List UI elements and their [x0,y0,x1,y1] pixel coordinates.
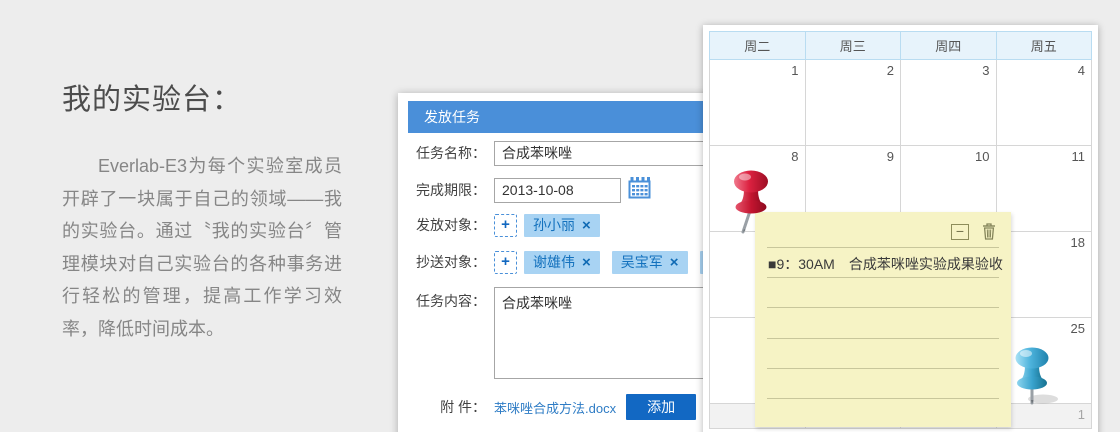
close-icon[interactable]: × [582,217,591,234]
note-rule-line [767,307,999,308]
deadline-label: 完成期限： [416,182,486,198]
calendar-day-cell[interactable]: 2 [804,59,901,146]
assignees-label: 发放对象： [416,217,486,233]
assignee-tag-label: 孙小丽 [533,217,575,233]
page-background: 我的实验台： Everlab-E3为每个实验室成员开辟了一块属于自己的领域——我… [0,0,1120,432]
page-title: 我的实验台： [62,84,243,116]
assignee-tag[interactable]: 孙小丽 × [524,213,600,237]
red-pushpin-icon [729,169,773,240]
cc-tag-label: 谢雄伟 [533,254,575,270]
task-dialog: 发放任务 任务名称： 完成期限： [398,93,762,432]
task-content-label: 任务内容： [416,293,486,309]
calendar-picker-icon[interactable] [628,176,651,204]
task-name-label: 任务名称： [416,145,486,161]
calendar-header-row: 周二 周三 周四 周五 [709,31,1092,60]
collapse-note-button[interactable]: − [951,224,969,240]
blue-pushpin-icon [1011,346,1063,411]
calendar-day-cell[interactable]: 4 [995,59,1092,146]
deadline-input[interactable] [494,177,621,203]
attachment-file-link[interactable]: 苯咪唑合成方法.docx [494,398,616,417]
close-icon[interactable]: × [670,254,679,271]
cc-tag[interactable]: 谢雄伟 × [524,250,600,274]
intro-paragraph: Everlab-E3为每个实验室成员开辟了一块属于自己的领域——我的实验台。通过… [62,156,342,339]
cc-tag-label: 吴宝军 [620,254,663,270]
cc-row: 抄送对象： + 谢雄伟 × 吴宝军 × 周日 × [408,248,762,276]
attachment-label: 附 件： [440,399,486,415]
trash-icon[interactable] [982,223,996,245]
assignees-row: 发放对象： + 孙小丽 × [408,211,742,239]
note-rule-line [767,277,999,278]
sticky-note: − ■9：30AM 合成苯咪唑实验成果验收！ [755,212,1011,427]
task-name-row: 任务名称： [408,140,742,166]
note-rule-line [767,247,999,248]
cc-label: 抄送对象： [416,254,486,270]
note-event-text: ■9：30AM 合成苯咪唑实验成果验收！ [768,256,1003,272]
calendar-header-fri: 周五 [995,31,1092,60]
close-icon[interactable]: × [582,254,591,271]
add-attachment-button[interactable]: 添加 [626,394,697,420]
calendar-day-cell[interactable]: 3 [900,59,997,146]
deadline-row: 完成期限： [408,177,742,203]
add-cc-button[interactable]: + [494,250,517,274]
intro-section: 我的实验台： Everlab-E3为每个实验室成员开辟了一块属于自己的领域——我… [62,76,342,345]
calendar-header-thu: 周四 [900,31,997,60]
calendar-header-tue: 周二 [709,31,806,60]
add-assignee-button[interactable]: + [494,213,517,237]
task-content-textarea[interactable]: 合成苯咪唑 [494,287,734,379]
calendar-header-wed: 周三 [804,31,901,60]
note-rule-line [767,398,999,399]
note-rule-line [767,368,999,369]
task-name-input[interactable] [494,140,734,166]
note-rule-line [767,338,999,339]
dialog-titlebar: 发放任务 [408,101,736,133]
calendar-day-cell[interactable]: 1 [709,59,806,146]
calendar-week-row: 1 2 3 4 [709,59,1092,146]
cc-tag[interactable]: 吴宝军 × [611,250,688,274]
task-content-row: 任务内容： 合成苯咪唑 [408,287,742,379]
attachment-row: 附 件： 苯咪唑合成方法.docx 添加 [408,393,742,421]
